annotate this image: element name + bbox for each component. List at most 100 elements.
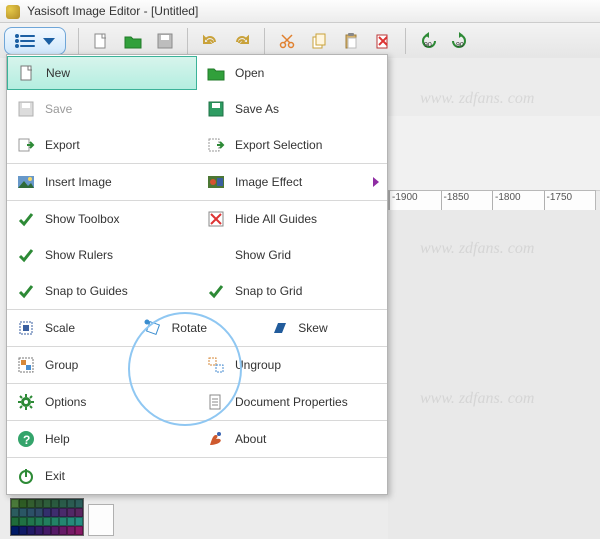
palette-swatch[interactable] xyxy=(75,499,83,508)
check-icon xyxy=(15,208,37,230)
check-icon xyxy=(15,244,37,266)
menu-item-group[interactable]: Group xyxy=(7,347,197,383)
menu-item-exit[interactable]: Exit xyxy=(7,458,387,494)
scissors-icon xyxy=(278,32,296,50)
palette-swatch[interactable] xyxy=(59,499,67,508)
menu-item-show-grid[interactable]: Show Grid xyxy=(197,237,387,273)
svg-text:?: ? xyxy=(23,433,30,447)
menu-item-help[interactable]: ? Help xyxy=(7,421,197,457)
open-button[interactable] xyxy=(119,27,147,55)
undo-button[interactable] xyxy=(196,27,224,55)
menu-item-save[interactable]: Save xyxy=(7,91,197,127)
app-menu-button[interactable] xyxy=(4,27,66,55)
menu-item-rotate[interactable]: Rotate xyxy=(134,310,261,346)
color-palette[interactable] xyxy=(10,498,84,536)
menu-label: Save xyxy=(45,102,72,116)
menu-item-image-effect[interactable]: Image Effect xyxy=(197,164,387,200)
palette-swatch[interactable] xyxy=(19,499,27,508)
palette-swatch[interactable] xyxy=(19,526,27,535)
menu-label: Export xyxy=(45,138,80,152)
palette-swatch[interactable] xyxy=(11,499,19,508)
new-button[interactable] xyxy=(87,27,115,55)
rotate-right-icon: 90 xyxy=(451,32,469,50)
palette-swatch[interactable] xyxy=(51,526,59,535)
palette-swatch[interactable] xyxy=(35,508,43,517)
save-button[interactable] xyxy=(151,27,179,55)
scale-icon xyxy=(15,317,37,339)
palette-swatch[interactable] xyxy=(35,526,43,535)
menu-item-snap-guides[interactable]: Snap to Guides xyxy=(7,273,197,309)
separator xyxy=(405,28,406,54)
palette-swatch[interactable] xyxy=(43,526,51,535)
menu-item-doc-props[interactable]: Document Properties xyxy=(197,384,387,420)
palette-swatch[interactable] xyxy=(27,508,35,517)
menu-item-ungroup[interactable]: Ungroup xyxy=(197,347,387,383)
palette-swatch[interactable] xyxy=(59,508,67,517)
menu-item-scale[interactable]: Scale xyxy=(7,310,134,346)
palette-swatch[interactable] xyxy=(43,508,51,517)
palette-swatch[interactable] xyxy=(67,508,75,517)
palette-swatch[interactable] xyxy=(11,508,19,517)
palette-swatch[interactable] xyxy=(51,508,59,517)
palette-swatch[interactable] xyxy=(43,517,51,526)
copy-button[interactable] xyxy=(305,27,333,55)
window-title: Yasisoft Image Editor - [Untitled] xyxy=(27,4,198,18)
menu-item-skew[interactable]: Skew xyxy=(260,310,387,346)
menu-item-about[interactable]: About xyxy=(197,421,387,457)
svg-text:90: 90 xyxy=(456,42,464,49)
palette-swatch[interactable] xyxy=(75,517,83,526)
menu-label: Image Effect xyxy=(235,175,302,189)
redo-button[interactable] xyxy=(228,27,256,55)
menu-item-new[interactable]: New xyxy=(7,56,197,90)
palette-swatch[interactable] xyxy=(67,517,75,526)
palette-swatch[interactable] xyxy=(19,508,27,517)
canvas-background[interactable] xyxy=(388,210,600,539)
palette-swatch[interactable] xyxy=(35,499,43,508)
palette-swatch[interactable] xyxy=(11,517,19,526)
delete-button[interactable] xyxy=(369,27,397,55)
rotate-right-button[interactable]: 90 xyxy=(446,27,474,55)
palette-swatch[interactable] xyxy=(43,499,51,508)
menu-item-insert-image[interactable]: Insert Image xyxy=(7,164,197,200)
menu-item-snap-grid[interactable]: Snap to Grid xyxy=(197,273,387,309)
palette-swatch[interactable] xyxy=(59,526,67,535)
folder-open-icon xyxy=(205,62,227,84)
menu-label: Open xyxy=(235,66,264,80)
palette-swatch[interactable] xyxy=(51,499,59,508)
palette-swatch[interactable] xyxy=(67,526,75,535)
document-properties-icon xyxy=(205,391,227,413)
menu-label: New xyxy=(46,66,70,80)
menu-item-hide-guides[interactable]: Hide All Guides xyxy=(197,201,387,237)
check-icon xyxy=(15,280,37,302)
menu-item-export-selection[interactable]: Export Selection xyxy=(197,127,387,163)
rotate-left-button[interactable]: 90 xyxy=(414,27,442,55)
palette-swatch[interactable] xyxy=(35,517,43,526)
palette-swatch[interactable] xyxy=(27,526,35,535)
hide-guides-icon xyxy=(205,208,227,230)
palette-swatch[interactable] xyxy=(67,499,75,508)
ruler-tick-label: -1800 xyxy=(495,192,521,203)
palette-swatch[interactable] xyxy=(75,508,83,517)
menu-item-save-as[interactable]: Save As xyxy=(197,91,387,127)
palette-swatch[interactable] xyxy=(19,517,27,526)
image-icon xyxy=(15,171,37,193)
blank-icon xyxy=(205,244,227,266)
paste-button[interactable] xyxy=(337,27,365,55)
palette-swatch[interactable] xyxy=(51,517,59,526)
palette-swatch[interactable] xyxy=(59,517,67,526)
ruler-tick-label: -1750 xyxy=(547,192,573,203)
palette-swatch[interactable] xyxy=(75,526,83,535)
redo-icon xyxy=(233,32,251,50)
palette-swatch[interactable] xyxy=(27,499,35,508)
about-icon xyxy=(205,428,227,450)
menu-item-show-toolbox[interactable]: Show Toolbox xyxy=(7,201,197,237)
menu-label: Ungroup xyxy=(235,358,281,372)
group-icon xyxy=(15,354,37,376)
menu-item-show-rulers[interactable]: Show Rulers xyxy=(7,237,197,273)
menu-item-options[interactable]: Options xyxy=(7,384,197,420)
menu-item-export[interactable]: Export xyxy=(7,127,197,163)
cut-button[interactable] xyxy=(273,27,301,55)
palette-swatch[interactable] xyxy=(27,517,35,526)
palette-swatch[interactable] xyxy=(11,526,19,535)
menu-item-open[interactable]: Open xyxy=(197,55,387,91)
